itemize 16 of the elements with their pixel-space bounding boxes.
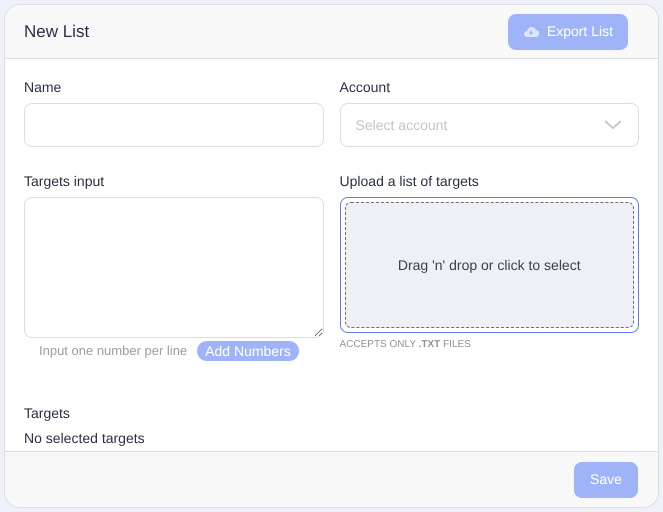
field-label: Account — [340, 78, 392, 97]
field-label: Upload a list of targets — [340, 172, 480, 191]
chevron-down-icon — [604, 120, 622, 130]
file-drop-zone[interactable]: Drag 'n' drop or click to select — [340, 197, 639, 333]
file-type-note: ACCEPTS ONLY .TXT FILES — [340, 338, 472, 352]
empty-state-text: No selected targets — [24, 429, 146, 448]
field-label: Name — [24, 78, 62, 97]
section-label: Targets — [24, 404, 71, 423]
targets-text-area[interactable] — [24, 197, 324, 338]
hint-text: Input one number per line — [39, 342, 188, 360]
cloud-download-icon — [522, 25, 539, 38]
account-select-field[interactable]: Select account — [340, 103, 639, 147]
drop-prompt: Drag 'n' drop or click to select — [398, 256, 581, 275]
name-input-field[interactable] — [24, 103, 324, 147]
page-title: New List — [24, 20, 90, 43]
field-label: Targets input — [24, 172, 106, 191]
